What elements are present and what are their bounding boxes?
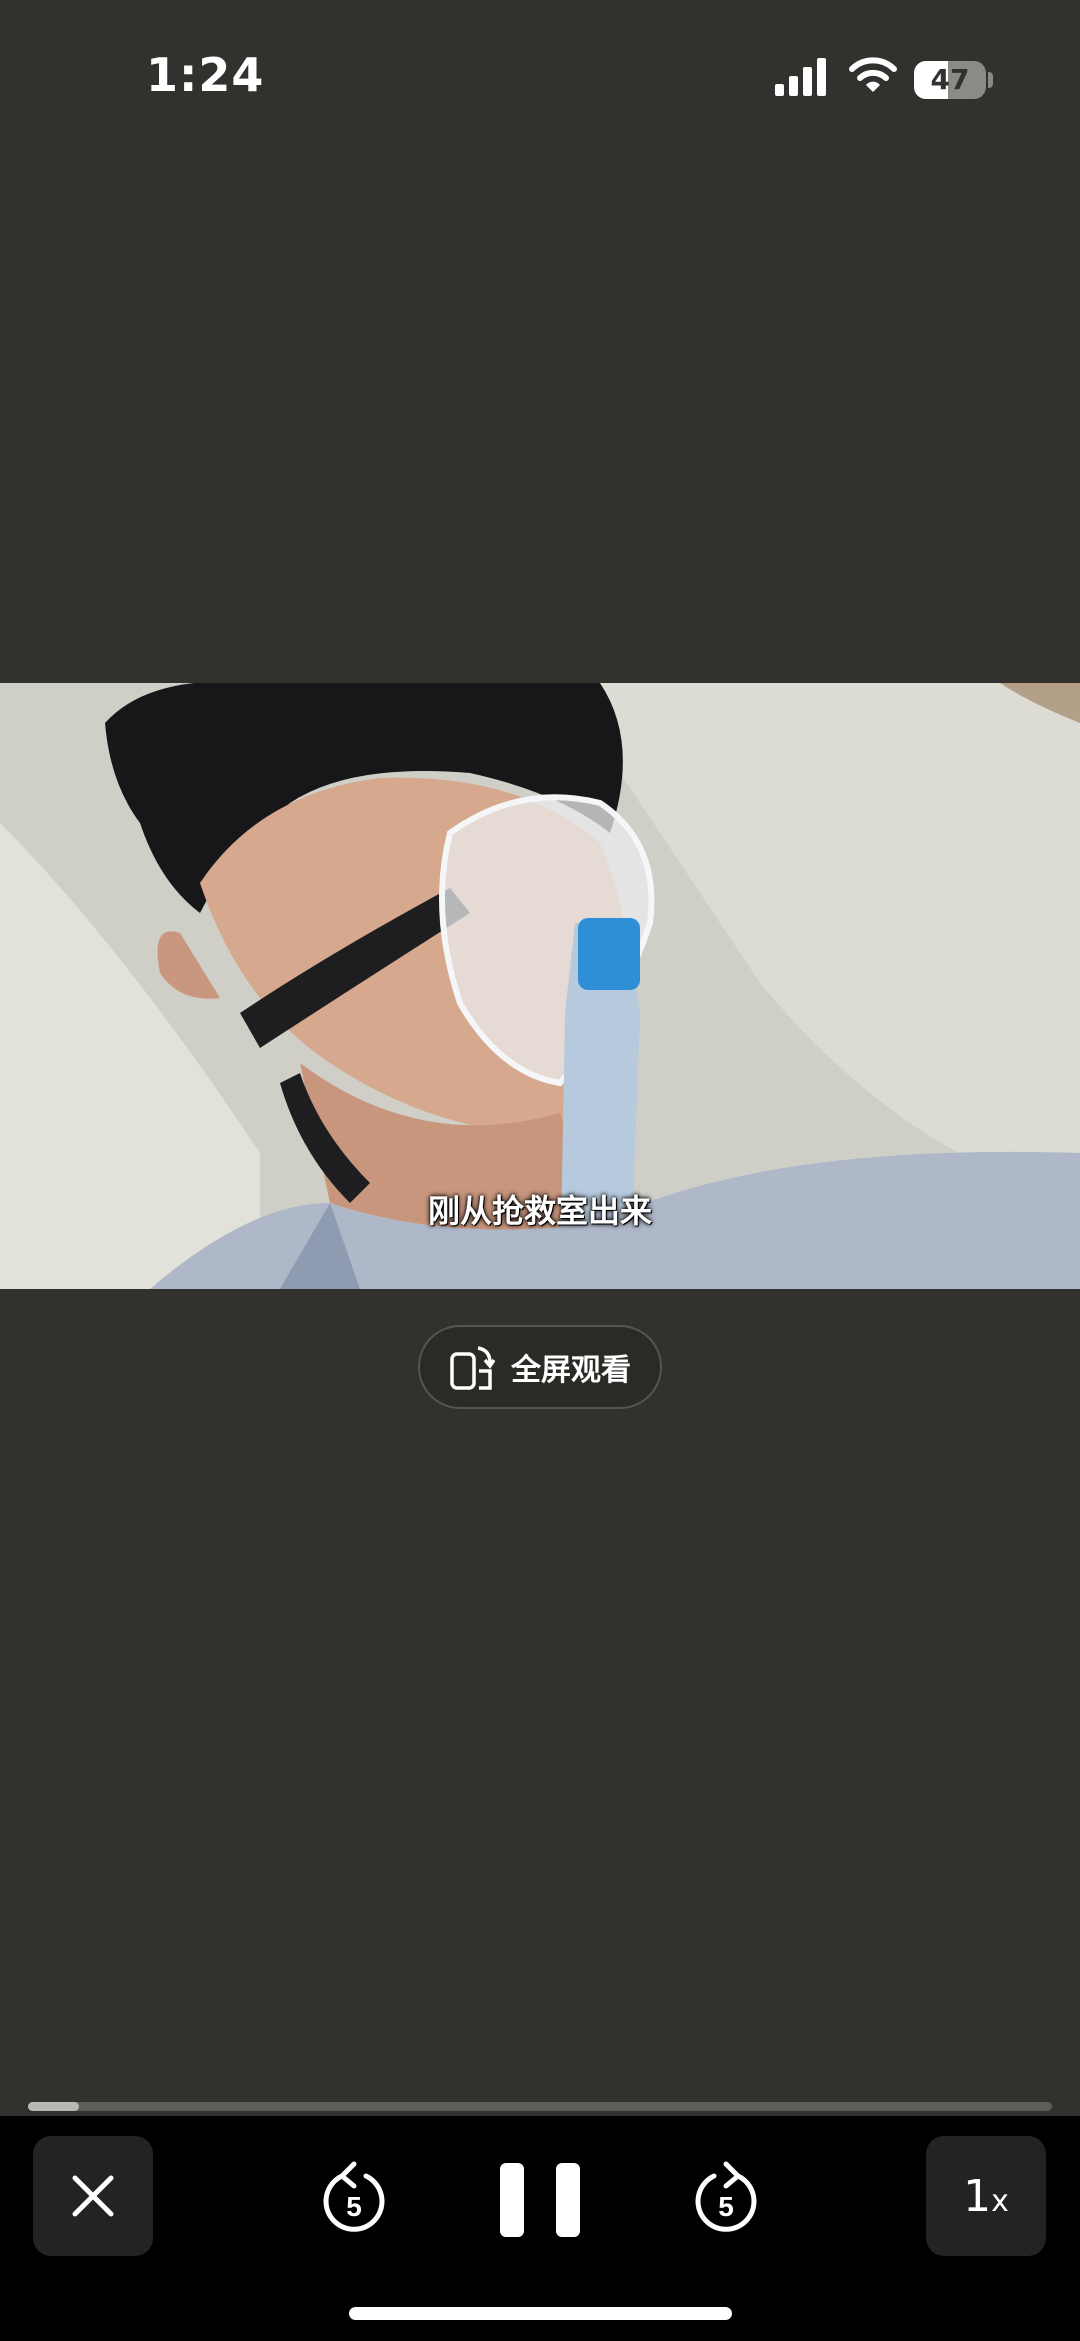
- playback-progress-fill: [28, 2102, 80, 2111]
- rewind-seconds-label: 5: [346, 2191, 362, 2222]
- pause-button[interactable]: [500, 2156, 580, 2244]
- close-button[interactable]: [33, 2136, 153, 2256]
- battery-indicator: 47: [914, 61, 986, 99]
- fullscreen-button[interactable]: 全屏观看: [418, 1325, 662, 1409]
- wifi-icon: [849, 57, 897, 92]
- close-icon: [72, 2175, 114, 2217]
- playback-progress-bar[interactable]: [28, 2102, 1052, 2111]
- video-subtitle: 刚从抢救室出来: [427, 1192, 652, 1230]
- forward-icon: 5: [695, 2161, 757, 2232]
- rewind-icon: 5: [323, 2161, 385, 2232]
- battery-level-text: 47: [930, 63, 970, 96]
- fullscreen-label: 全屏观看: [511, 1353, 631, 1388]
- forward-5-seconds-button[interactable]: 5: [690, 2156, 762, 2236]
- video-player-screen: 1:24 47 刚从抢救室出来 全屏观看 1x 5 5: [0, 0, 1080, 2341]
- rotate-phone-icon: [450, 1346, 495, 1390]
- status-time: 1:24: [146, 48, 265, 102]
- forward-seconds-label: 5: [718, 2191, 734, 2222]
- cellular-signal-icon: [775, 58, 826, 96]
- rewind-5-seconds-button[interactable]: 5: [318, 2156, 390, 2236]
- home-indicator[interactable]: [349, 2307, 732, 2320]
- playback-speed-label: 1x: [963, 2170, 1009, 2222]
- pause-icon-bar-left: [500, 2163, 524, 2237]
- battery-cap: [988, 72, 993, 88]
- video-frame[interactable]: 刚从抢救室出来: [0, 683, 1080, 1289]
- pause-icon-bar-right: [556, 2163, 580, 2237]
- playback-speed-button[interactable]: 1x: [926, 2136, 1046, 2256]
